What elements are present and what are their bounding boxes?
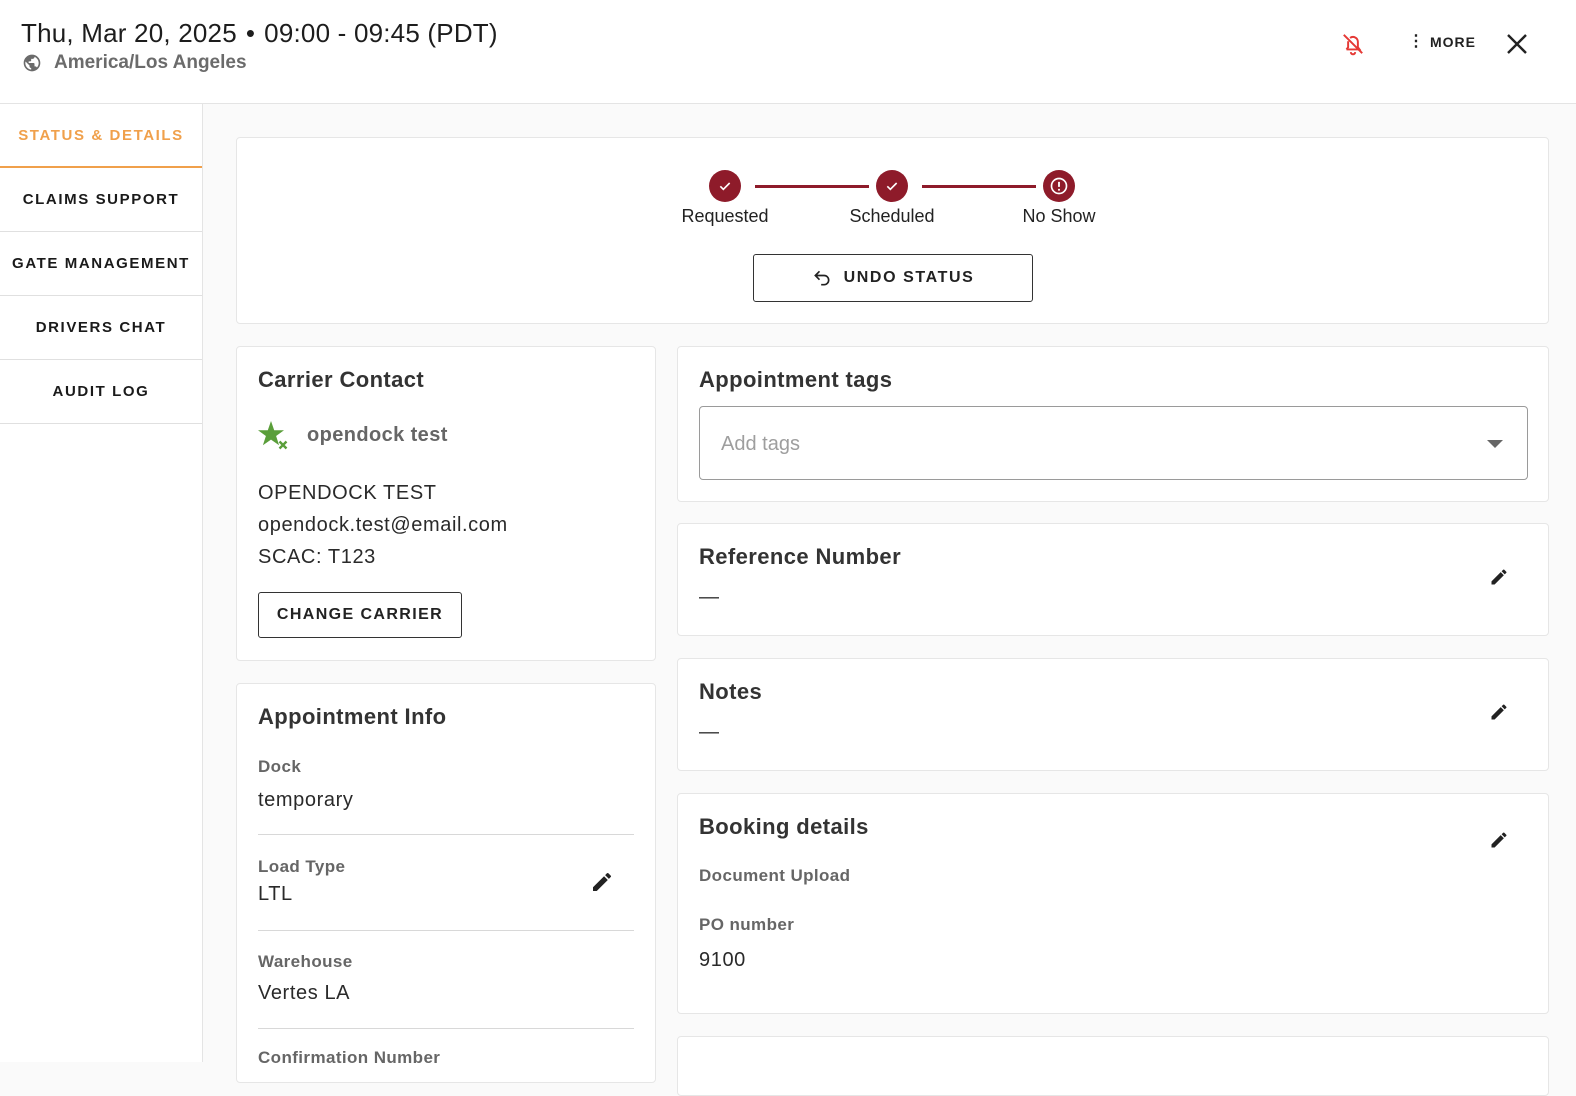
- appointment-date: Thu, Mar 20, 2025: [21, 18, 237, 48]
- undo-status-label: UNDO STATUS: [843, 269, 975, 286]
- appointment-tags-card: Appointment tags Add tags: [677, 346, 1549, 502]
- appointment-info-title: Appointment Info: [258, 704, 447, 729]
- warehouse-value: Vertes LA: [258, 982, 351, 1004]
- carrier-name-row: opendock test: [257, 419, 448, 451]
- document-upload-label: Document Upload: [699, 866, 851, 885]
- reference-number-title: Reference Number: [699, 544, 902, 569]
- close-icon: [1507, 34, 1527, 54]
- po-number-field: PO number 9100: [699, 915, 1075, 972]
- warehouse-label: Warehouse: [258, 952, 353, 971]
- step-connector: [755, 185, 869, 188]
- load-type-field: Load Type LTL: [258, 857, 634, 906]
- change-carrier-button[interactable]: CHANGE CARRIER: [258, 592, 462, 638]
- booking-details-title: Booking details: [699, 814, 869, 839]
- booking-details-card: Booking details Document Upload PO numbe…: [677, 793, 1549, 1014]
- divider: [258, 1028, 634, 1029]
- check-icon: [719, 182, 731, 191]
- more-vert-icon: ⋮: [1408, 33, 1425, 50]
- divider: [258, 930, 634, 931]
- carrier-email: opendock.test@email.com: [258, 514, 508, 536]
- timezone-label: America/Los Angeles: [54, 52, 247, 73]
- pencil-icon: [593, 872, 612, 891]
- carrier-contact-card: Carrier Contact opendock test OPENDOCK T…: [236, 346, 656, 661]
- warehouse-field: Warehouse Vertes LA: [258, 952, 634, 1005]
- close-button[interactable]: [1505, 32, 1529, 56]
- carrier-company: OPENDOCK TEST: [258, 482, 437, 504]
- dropdown-caret-icon: [1487, 440, 1503, 448]
- step-label-no-show: No Show: [1022, 206, 1096, 226]
- undo-status-button[interactable]: UNDO STATUS: [753, 254, 1033, 302]
- confirmation-number-label: Confirmation Number: [258, 1048, 441, 1067]
- carrier-scac: SCAC: T123: [258, 546, 376, 568]
- status-card: Requested Scheduled No Show UNDO STATUS: [236, 137, 1549, 324]
- step-label-scheduled: Scheduled: [849, 206, 935, 226]
- tab-status-details[interactable]: STATUS & DETAILS: [0, 104, 202, 168]
- sidebar: STATUS & DETAILS CLAIMS SUPPORT GATE MAN…: [0, 104, 203, 1062]
- tab-gate-management[interactable]: GATE MANAGEMENT: [0, 232, 202, 296]
- step-no-show-marker: [1043, 170, 1075, 202]
- notes-value: —: [699, 721, 719, 743]
- dock-field: Dock temporary: [258, 757, 634, 812]
- po-number-label: PO number: [699, 915, 795, 934]
- dock-value: temporary: [258, 789, 354, 811]
- tab-claims-support[interactable]: CLAIMS SUPPORT: [0, 168, 202, 232]
- alert-circle-icon: [1050, 177, 1068, 195]
- carrier-name: opendock test: [307, 423, 448, 446]
- tags-select[interactable]: Add tags: [699, 406, 1528, 480]
- notes-card: Notes —: [677, 658, 1549, 771]
- step-scheduled-marker: [876, 170, 908, 202]
- step-requested-marker: [709, 170, 741, 202]
- next-card: [677, 1036, 1549, 1096]
- appointment-tags-title: Appointment tags: [699, 367, 893, 392]
- header: Thu, Mar 20, 2025 • 09:00 - 09:45 (PDT) Am…: [0, 0, 1576, 104]
- pencil-icon: [1491, 704, 1507, 720]
- reference-number-value: —: [699, 586, 719, 608]
- tab-audit-log[interactable]: AUDIT LOG: [0, 360, 202, 424]
- load-type-value: LTL: [258, 883, 293, 905]
- po-number-value: 9100: [699, 949, 746, 971]
- edit-load-type-button[interactable]: [590, 870, 614, 894]
- star-remove-icon: [258, 421, 288, 450]
- appointment-datetime: Thu, Mar 20, 2025 • 09:00 - 09:45 (PDT): [21, 18, 498, 49]
- undo-icon: [813, 270, 830, 286]
- step-connector: [922, 185, 1036, 188]
- carrier-details: OPENDOCK TEST opendock.test@email.com SC…: [258, 477, 508, 573]
- reference-number-card: Reference Number —: [677, 523, 1549, 636]
- appointment-time: 09:00 - 09:45 (PDT): [264, 18, 498, 48]
- globe-icon: [23, 54, 41, 72]
- notifications-toggle-button[interactable]: [1340, 31, 1366, 57]
- separator-dot: •: [245, 18, 256, 48]
- edit-reference-number-button[interactable]: [1489, 567, 1513, 591]
- divider: [258, 834, 634, 835]
- tags-placeholder: Add tags: [721, 433, 800, 455]
- notes-title: Notes: [699, 679, 763, 704]
- pencil-icon: [1491, 569, 1507, 585]
- confirmation-number-field: Confirmation Number: [258, 1048, 634, 1068]
- edit-booking-details-button[interactable]: [1489, 830, 1513, 854]
- tab-drivers-chat[interactable]: DRIVERS CHAT: [0, 296, 202, 360]
- timezone: America/Los Angeles: [22, 52, 247, 74]
- appointment-info-card: Appointment Info Dock temporary Load Typ…: [236, 683, 656, 1083]
- check-icon: [886, 182, 898, 191]
- step-label-requested: Requested: [681, 206, 769, 226]
- load-type-label: Load Type: [258, 857, 346, 876]
- dock-label: Dock: [258, 757, 302, 776]
- edit-notes-button[interactable]: [1489, 702, 1513, 726]
- more-button[interactable]: ⋮ MORE: [1408, 33, 1476, 51]
- more-label: MORE: [1430, 34, 1476, 50]
- carrier-contact-title: Carrier Contact: [258, 367, 425, 392]
- pencil-icon: [1491, 832, 1507, 848]
- bell-off-icon: [1343, 34, 1363, 56]
- document-upload-field: Document Upload: [699, 866, 1075, 886]
